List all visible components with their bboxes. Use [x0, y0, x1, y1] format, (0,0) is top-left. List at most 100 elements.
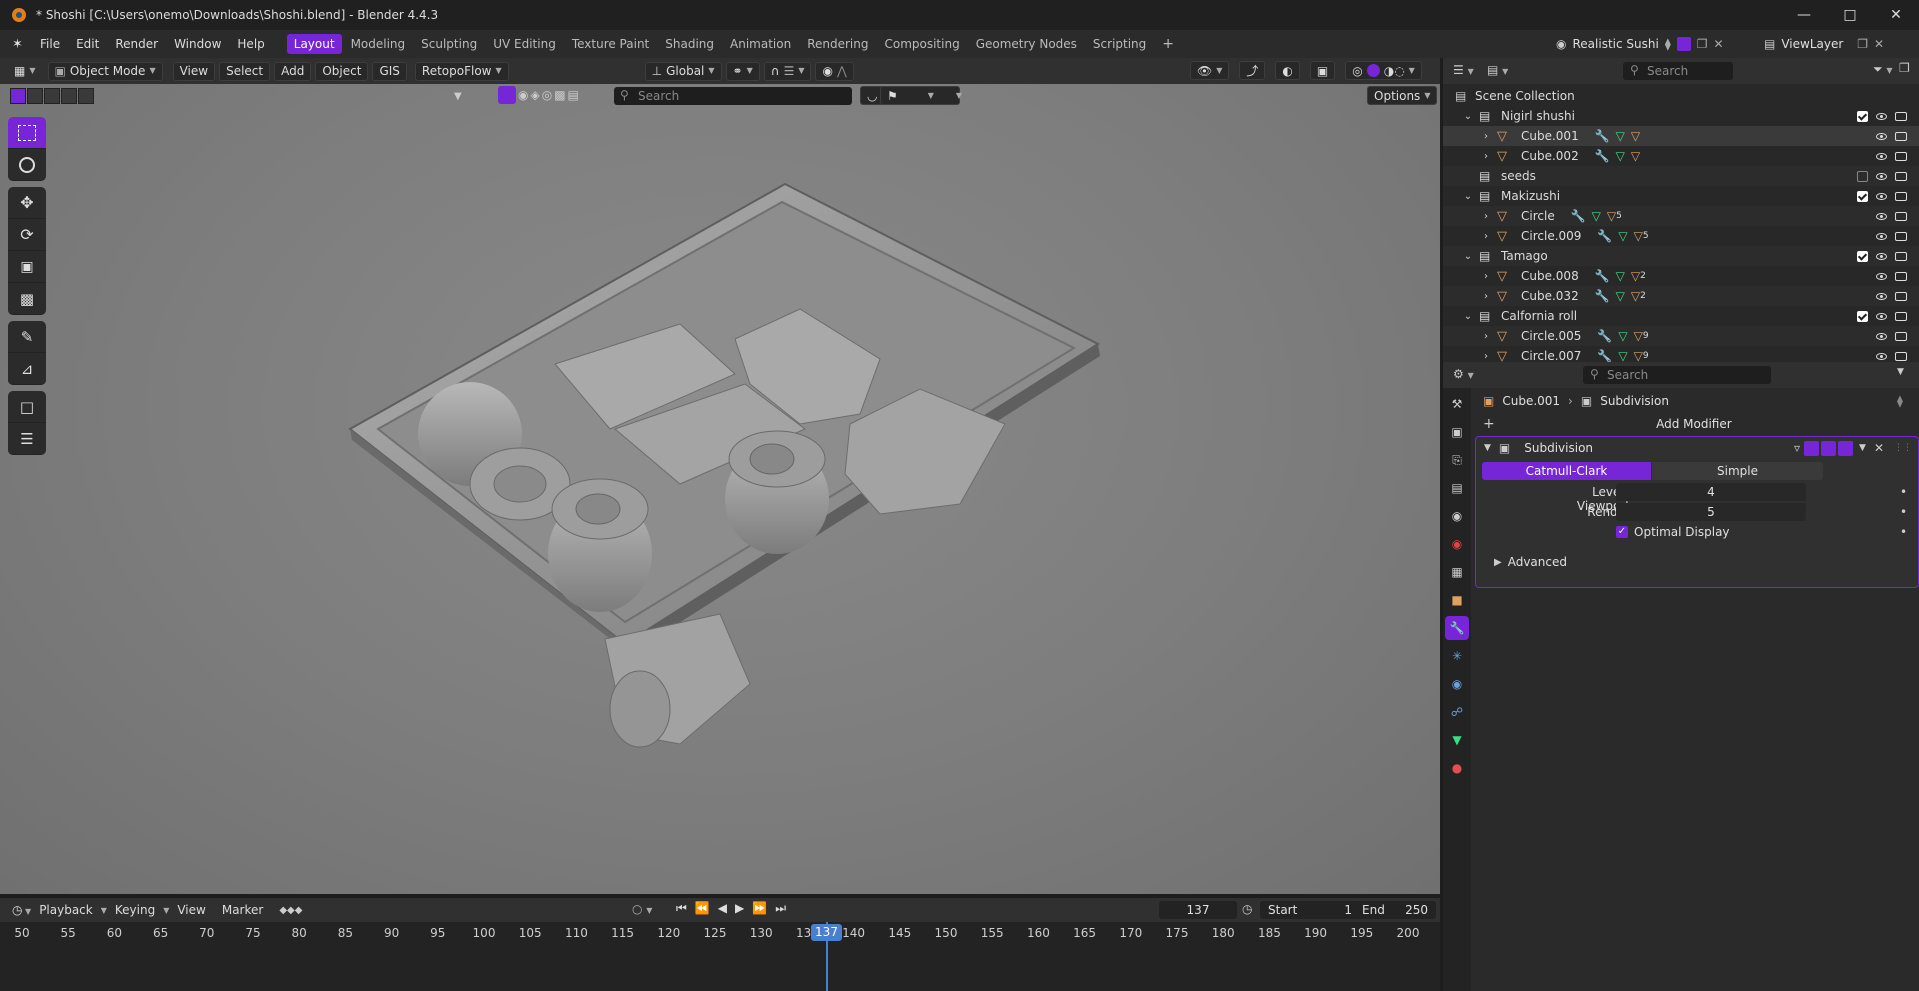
material-badge-icon[interactable]: ▽ — [1634, 229, 1643, 243]
filter-funnel-icon[interactable]: ⏷ ▼ — [1873, 62, 1893, 77]
render-camera-icon[interactable] — [1895, 191, 1907, 201]
playhead-frame-label[interactable]: 137 — [811, 924, 842, 941]
particles-tab-icon[interactable]: ✳ — [1445, 644, 1469, 668]
keyframe-levels-icon[interactable]: • — [1900, 485, 1907, 499]
maximize-icon[interactable]: □ — [1827, 0, 1873, 30]
filter-icon-e[interactable]: ▤ — [568, 88, 579, 102]
scene-tab-icon[interactable]: ◉ — [1445, 504, 1469, 528]
outliner-collection-row[interactable]: ⌄ ▤ Nigirl shushi — [1443, 106, 1919, 126]
properties-editor-icon[interactable]: ⚙ ▼ — [1453, 367, 1474, 381]
material-tab-icon[interactable]: ● — [1445, 756, 1469, 780]
tab-modeling[interactable]: Modeling — [344, 34, 413, 54]
keyframe-render-icon[interactable]: • — [1900, 505, 1907, 519]
expand-chevron-icon[interactable]: › — [1479, 131, 1493, 142]
visibility-icon[interactable]: 👁 ▼ — [1190, 61, 1230, 80]
visibility-eye-icon[interactable] — [1876, 312, 1887, 320]
keyframe-optimal-icon[interactable]: • — [1900, 525, 1907, 539]
expand-chevron-icon[interactable]: › — [1479, 211, 1493, 222]
outliner-object-row[interactable]: › ▽ Circle.009 🔧 ▽ ▽ 5 — [1443, 226, 1919, 246]
modifier-badge-icon[interactable]: 🔧 — [1597, 329, 1612, 343]
scene-icon[interactable]: ◉ — [1556, 37, 1566, 51]
shading-modes[interactable]: ◎ ◑◌ ▼ — [1345, 61, 1422, 80]
menu-file[interactable]: File — [32, 30, 68, 58]
exclude-checkbox[interactable] — [1857, 190, 1868, 202]
keyframe-icons[interactable]: ◆◆◆ — [279, 905, 302, 916]
jump-end-icon[interactable]: ⏭ — [775, 901, 786, 916]
visibility-eye-icon[interactable] — [1876, 292, 1887, 300]
visibility-eye-icon[interactable] — [1876, 272, 1887, 280]
rotate-tool[interactable]: ⟳ — [8, 219, 46, 251]
bookmark-dropdown[interactable]: ⚑ ▼ ▼ — [880, 86, 962, 105]
retopoflow-menu[interactable]: RetopoFlow ▼ — [414, 61, 509, 81]
exclude-checkbox[interactable] — [1857, 170, 1868, 182]
add-workspace-icon[interactable]: + — [1155, 34, 1181, 54]
render-camera-icon[interactable] — [1895, 351, 1907, 361]
menu-keying[interactable]: Keying — [107, 898, 163, 922]
expand-chevron-icon[interactable]: › — [1479, 291, 1493, 302]
modifier-badge-icon[interactable]: 🔧 — [1595, 129, 1610, 143]
tab-uv-editing[interactable]: UV Editing — [486, 34, 563, 54]
expand-chevron-icon[interactable]: ⌄ — [1461, 191, 1475, 202]
collection-tab-icon[interactable]: ▦ — [1445, 560, 1469, 584]
mesh-data-icon[interactable]: ▽ — [1616, 289, 1625, 303]
advanced-subpanel-toggle[interactable]: ▶ Advanced — [1494, 555, 1567, 569]
render-tab-icon[interactable]: ▣ — [1445, 420, 1469, 444]
visibility-eye-icon[interactable] — [1876, 352, 1887, 360]
transform-tool[interactable]: ▩ — [8, 283, 46, 315]
visibility-eye-icon[interactable] — [1876, 192, 1887, 200]
visibility-eye-icon[interactable] — [1876, 132, 1887, 140]
render-camera-icon[interactable] — [1895, 151, 1907, 161]
tab-shading[interactable]: Shading — [658, 34, 721, 54]
modifier-badge-icon[interactable]: 🔧 — [1597, 229, 1612, 243]
outliner-editor-icon[interactable]: ☰ ▼ — [1453, 63, 1474, 77]
modifier-tab-icon[interactable]: 🔧 — [1445, 616, 1469, 640]
visibility-eye-icon[interactable] — [1876, 232, 1887, 240]
mesh-data-icon[interactable]: ▽ — [1592, 209, 1601, 223]
exclude-checkbox[interactable] — [1857, 110, 1868, 122]
tab-scripting[interactable]: Scripting — [1086, 34, 1153, 54]
visibility-eye-icon[interactable] — [1876, 152, 1887, 160]
visibility-eye-icon[interactable] — [1876, 252, 1887, 260]
menu-marker[interactable]: Marker — [214, 898, 271, 922]
scale-tool[interactable]: ▣ — [8, 251, 46, 283]
move-tool[interactable]: ✥ — [8, 187, 46, 219]
menu-render[interactable]: Render — [107, 30, 166, 58]
measure-tool[interactable]: ⊿ — [8, 353, 46, 385]
filter-icon-c[interactable]: ◎ — [542, 88, 552, 102]
outliner-object-row[interactable]: › ▽ Cube.001 🔧 ▽ ▽ — [1443, 126, 1919, 146]
select-subtract-icon[interactable] — [44, 88, 60, 104]
add-cube-tool[interactable]: □ — [8, 391, 46, 423]
render-camera-icon[interactable] — [1895, 311, 1907, 321]
mesh-data-icon[interactable]: ▽ — [1618, 229, 1627, 243]
material-badge-icon[interactable]: ▽ — [1631, 129, 1640, 143]
menu-edit[interactable]: Edit — [68, 30, 107, 58]
tab-geometry-nodes[interactable]: Geometry Nodes — [969, 34, 1084, 54]
pin-icon[interactable]: ⧫ — [1665, 37, 1671, 51]
play-reverse-icon[interactable]: ◀ — [718, 901, 727, 916]
material-badge-icon[interactable]: ▽ — [1631, 269, 1640, 283]
exclude-checkbox[interactable] — [1857, 310, 1868, 322]
new-view-layer-icon[interactable]: ❐ — [1857, 37, 1868, 51]
render-toggle-icon[interactable] — [1838, 440, 1854, 456]
minimize-icon[interactable]: — — [1781, 0, 1827, 30]
3d-viewport[interactable] — [0, 84, 1440, 894]
menu-view[interactable]: View — [172, 61, 216, 81]
gizmo-icon[interactable]: ⤴ — [1239, 61, 1266, 80]
filter-icon-b[interactable]: ◈ — [530, 88, 539, 102]
menu-playback[interactable]: Playback — [31, 898, 101, 922]
timeline-editor-icon[interactable]: ◷ ▼ — [12, 903, 31, 917]
render-camera-icon[interactable] — [1895, 211, 1907, 221]
modifier-badge-icon[interactable]: 🔧 — [1595, 289, 1610, 303]
menu-add[interactable]: Add — [274, 61, 312, 81]
delete-view-layer-icon[interactable]: ✕ — [1874, 37, 1884, 51]
menu-select[interactable]: Select — [219, 61, 271, 81]
mesh-data-icon[interactable]: ▽ — [1618, 329, 1627, 343]
expand-chevron-icon[interactable]: › — [1479, 231, 1493, 242]
material-badge-icon[interactable]: ▽ — [1634, 349, 1643, 363]
render-levels-field[interactable]: 5 — [1616, 503, 1806, 521]
expand-chevron-icon[interactable]: › — [1479, 351, 1493, 362]
mesh-data-icon[interactable]: ▽ — [1616, 149, 1625, 163]
outliner-collection-row[interactable]: ▤ seeds — [1443, 166, 1919, 186]
scene-collection-row[interactable]: ▤ Scene Collection — [1443, 86, 1919, 106]
tab-texture-paint[interactable]: Texture Paint — [565, 34, 656, 54]
